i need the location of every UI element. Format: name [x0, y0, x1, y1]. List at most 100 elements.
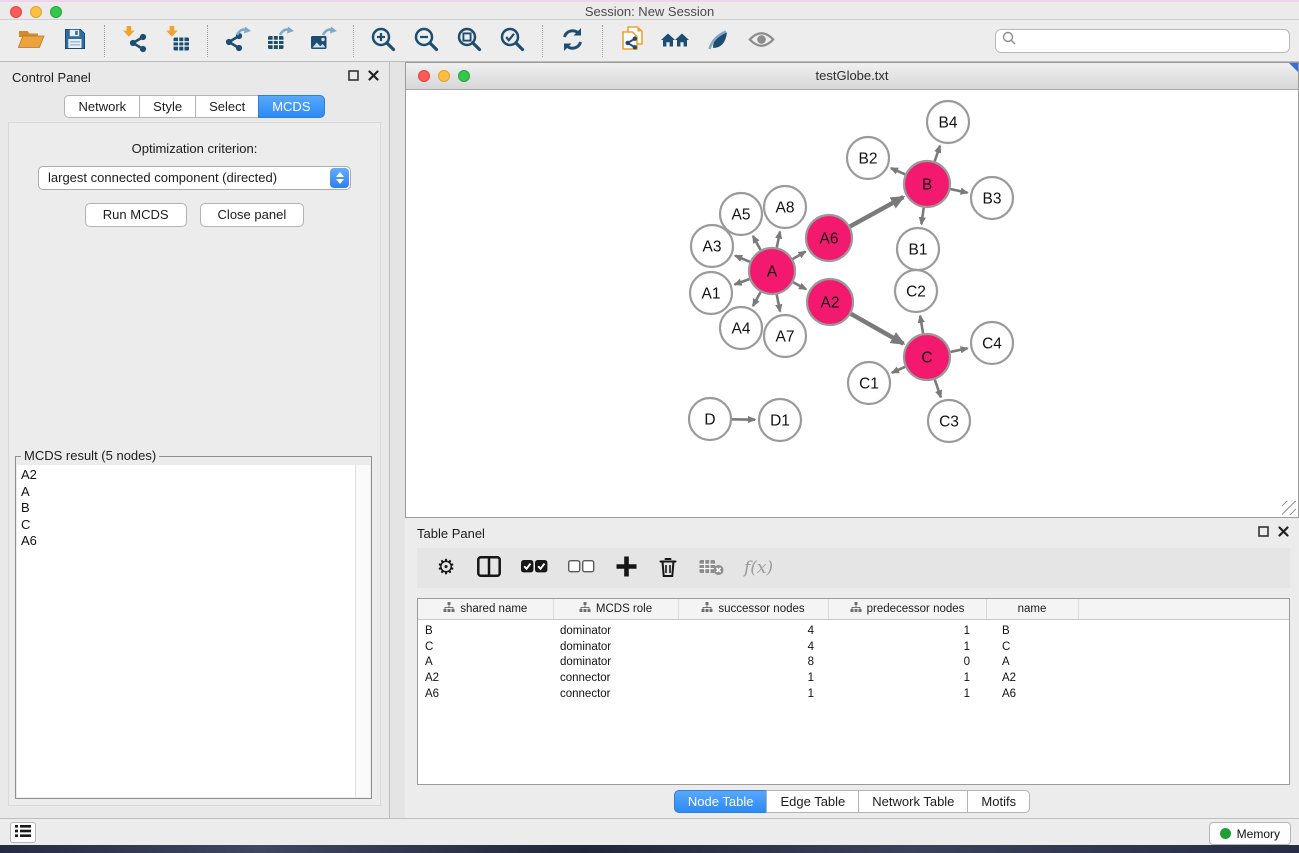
node-C4[interactable]: C4: [971, 322, 1013, 364]
result-item[interactable]: A: [21, 484, 356, 501]
column-header-successor-nodes[interactable]: successor nodes: [678, 599, 828, 620]
result-item[interactable]: A2: [21, 467, 356, 484]
table-cell[interactable]: A6: [418, 686, 553, 702]
table-row[interactable]: Bdominator41B: [418, 620, 1289, 639]
function-builder-button[interactable]: f(x): [744, 554, 773, 582]
edge-A-A6[interactable]: [793, 252, 806, 259]
edge-B-B2[interactable]: [891, 168, 905, 174]
first-neighbors-button[interactable]: [654, 23, 697, 59]
hide-details-button[interactable]: [697, 23, 740, 59]
node-table[interactable]: shared nameMCDS rolesuccessor nodesprede…: [417, 598, 1290, 785]
node-C1[interactable]: C1: [848, 362, 890, 404]
node-B3[interactable]: B3: [971, 177, 1013, 219]
table-tab-motifs[interactable]: Motifs: [967, 790, 1030, 813]
table-row[interactable]: Adominator80A: [418, 655, 1289, 671]
result-list-scrollbar[interactable]: [355, 465, 370, 797]
edge-A2-C[interactable]: [851, 314, 904, 344]
table-cell[interactable]: 1: [678, 686, 828, 702]
node-D1[interactable]: D1: [759, 399, 801, 441]
node-D[interactable]: D: [689, 398, 731, 440]
edge-B-B3[interactable]: [950, 189, 967, 193]
node-A5[interactable]: A5: [720, 193, 762, 235]
result-item[interactable]: C: [21, 517, 356, 534]
edge-A-A2[interactable]: [793, 282, 806, 289]
table-row[interactable]: A2connector11A2: [418, 670, 1289, 686]
table-row[interactable]: Cdominator41C: [418, 639, 1289, 655]
column-visibility-button[interactable]: [477, 554, 501, 582]
table-cell[interactable]: C: [418, 639, 553, 655]
deselect-all-button[interactable]: [568, 554, 595, 582]
open-folder-button[interactable]: [10, 23, 53, 59]
edge-B-B4[interactable]: [935, 146, 940, 162]
tab-network[interactable]: Network: [64, 95, 140, 118]
run-mcds-button[interactable]: Run MCDS: [85, 203, 187, 227]
table-cell[interactable]: dominator: [553, 620, 678, 639]
zoom-fit-button[interactable]: [448, 23, 491, 59]
node-C[interactable]: C: [904, 334, 950, 380]
search-box[interactable]: [995, 29, 1290, 53]
edge-A-A3[interactable]: [735, 256, 750, 262]
table-cell[interactable]: 4: [678, 639, 828, 655]
zoom-selected-button[interactable]: [491, 23, 534, 59]
result-item[interactable]: A6: [21, 533, 356, 550]
optimization-criterion-dropdown[interactable]: largest connected component (directed): [38, 166, 351, 190]
table-tab-network-table[interactable]: Network Table: [858, 790, 968, 813]
column-header-name[interactable]: name: [986, 599, 1078, 620]
node-A[interactable]: A: [749, 248, 795, 294]
node-B2[interactable]: B2: [847, 137, 889, 179]
column-header-predecessor-nodes[interactable]: predecessor nodes: [828, 599, 986, 620]
edge-C-C2[interactable]: [920, 316, 923, 334]
apply-layout-button[interactable]: [551, 23, 594, 59]
table-cell[interactable]: 1: [828, 686, 986, 702]
table-cell[interactable]: dominator: [553, 655, 678, 671]
task-history-button[interactable]: [10, 822, 36, 843]
table-cell[interactable]: C: [986, 639, 1078, 655]
node-A7[interactable]: A7: [764, 315, 806, 357]
table-tab-node-table[interactable]: Node Table: [674, 790, 768, 813]
delete-column-button[interactable]: [657, 554, 679, 582]
table-cell[interactable]: 0: [828, 655, 986, 671]
network-window-titlebar[interactable]: testGlobe.txt: [406, 63, 1298, 90]
table-cell[interactable]: A6: [986, 686, 1078, 702]
tab-select[interactable]: Select: [195, 95, 259, 118]
table-cell[interactable]: connector: [553, 686, 678, 702]
settings-gear-button[interactable]: ⚙: [435, 554, 457, 582]
export-image-button[interactable]: [302, 23, 345, 59]
node-A1[interactable]: A1: [690, 272, 732, 314]
duplicate-network-button[interactable]: [611, 23, 654, 59]
resize-grip[interactable]: [1282, 501, 1296, 515]
close-table-panel-icon[interactable]: [1278, 526, 1289, 537]
column-header-mcds-role[interactable]: MCDS role: [553, 599, 678, 620]
result-item[interactable]: B: [21, 500, 356, 517]
export-network-button[interactable]: [216, 23, 259, 59]
node-A8[interactable]: A8: [764, 186, 806, 228]
table-cell[interactable]: 4: [678, 620, 828, 639]
edge-B-B1[interactable]: [921, 208, 923, 224]
network-canvas[interactable]: B4B2BB3A8A5A6A3B1AC2A1A2A4A7C4CC1DD1C3: [407, 89, 1297, 517]
table-cell[interactable]: 1: [828, 639, 986, 655]
table-cell[interactable]: B: [418, 620, 553, 639]
close-panel-button[interactable]: Close panel: [200, 203, 305, 227]
table-cell[interactable]: dominator: [553, 639, 678, 655]
table-cell[interactable]: B: [986, 620, 1078, 639]
table-cell[interactable]: A2: [986, 670, 1078, 686]
table-row[interactable]: A6connector11A6: [418, 686, 1289, 702]
table-cell[interactable]: connector: [553, 670, 678, 686]
float-table-panel-icon[interactable]: [1258, 526, 1269, 537]
edge-A-A7[interactable]: [777, 295, 780, 312]
table-cell[interactable]: 1: [678, 670, 828, 686]
select-all-button[interactable]: [521, 554, 548, 582]
table-cell[interactable]: 1: [828, 670, 986, 686]
tab-style[interactable]: Style: [139, 95, 196, 118]
table-cell[interactable]: 1: [828, 620, 986, 639]
node-A3[interactable]: A3: [691, 225, 733, 267]
import-network-button[interactable]: [113, 23, 156, 59]
search-input[interactable]: [1020, 31, 1289, 51]
show-all-button[interactable]: [740, 23, 783, 59]
float-panel-icon[interactable]: [348, 70, 359, 81]
close-panel-icon[interactable]: [368, 70, 379, 81]
node-C2[interactable]: C2: [895, 270, 937, 312]
edge-A6-B[interactable]: [850, 197, 903, 226]
save-session-button[interactable]: [53, 23, 96, 59]
node-B1[interactable]: B1: [897, 228, 939, 270]
